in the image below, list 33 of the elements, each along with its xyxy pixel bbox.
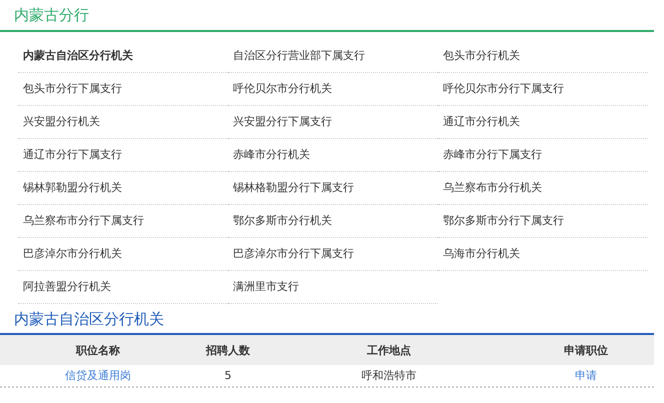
column-header: 申请职位 [563, 342, 609, 358]
branch-link[interactable]: 鄂尔多斯市分行下属支行 [438, 205, 648, 238]
position-link[interactable]: 信贷及通用岗 [65, 369, 131, 382]
section-heading: 内蒙古分行 [14, 6, 89, 24]
branch-link[interactable]: 包头市分行机关 [438, 40, 648, 73]
branch-link[interactable]: 锡林格勒盟分行下属支行 [228, 172, 438, 205]
branch-link[interactable]: 巴彦淖尔市分行下属支行 [228, 238, 438, 271]
branch-link[interactable]: 赤峰市分行机关 [228, 139, 438, 172]
branch-link[interactable]: 乌兰察布市分行下属支行 [18, 205, 228, 238]
branch-link[interactable]: 乌海市分行机关 [438, 238, 648, 271]
table-cell: 5 [224, 369, 232, 382]
branch-link[interactable]: 呼伦贝尔市分行下属支行 [438, 73, 648, 106]
branch-link[interactable]: 内蒙古自治区分行机关 [18, 40, 228, 73]
branch-link[interactable]: 乌兰察布市分行机关 [438, 172, 648, 205]
column-header: 职位名称 [74, 342, 121, 358]
apply-link[interactable]: 申请 [575, 369, 597, 382]
branch-link[interactable]: 满洲里市支行 [228, 271, 438, 304]
branch-link[interactable]: 鄂尔多斯市分行机关 [228, 205, 438, 238]
branch-link[interactable]: 阿拉善盟分行机关 [18, 271, 228, 304]
table-cell: 呼和浩特市 [362, 369, 416, 382]
branch-link[interactable]: 通辽市分行下属支行 [18, 139, 228, 172]
branch-link[interactable]: 包头市分行下属支行 [18, 73, 228, 106]
branch-link[interactable]: 通辽市分行机关 [438, 106, 648, 139]
column-header: 工作地点 [366, 342, 412, 358]
column-header: 招聘人数 [204, 342, 251, 358]
branch-link[interactable]: 自治区分行营业部下属支行 [228, 40, 438, 73]
branch-link[interactable]: 赤峰市分行下属支行 [438, 139, 648, 172]
branch-link[interactable]: 兴安盟分行机关 [18, 106, 228, 139]
branch-link[interactable]: 锡林郭勒盟分行机关 [18, 172, 228, 205]
branch-link[interactable]: 呼伦贝尔市分行机关 [228, 73, 438, 106]
branch-link[interactable]: 巴彦淖尔市分行机关 [18, 238, 228, 271]
branch-link[interactable]: 兴安盟分行下属支行 [228, 106, 438, 139]
section-title: 内蒙古自治区分行机关 [14, 310, 164, 328]
